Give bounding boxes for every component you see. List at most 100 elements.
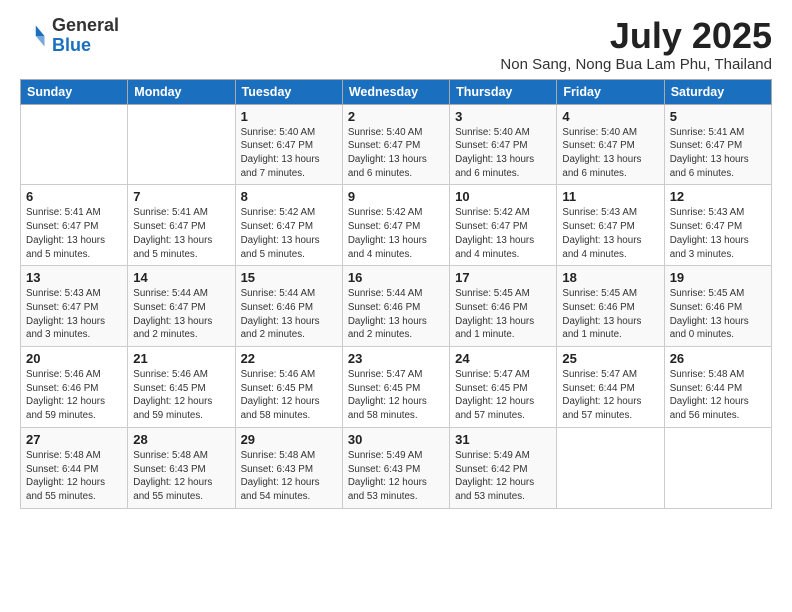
day-detail: Sunrise: 5:43 AM Sunset: 6:47 PM Dayligh…: [26, 287, 122, 342]
weekday-header-wednesday: Wednesday: [342, 79, 449, 104]
day-cell: 23Sunrise: 5:47 AM Sunset: 6:45 PM Dayli…: [342, 347, 449, 428]
day-detail: Sunrise: 5:45 AM Sunset: 6:46 PM Dayligh…: [562, 287, 658, 342]
weekday-header-tuesday: Tuesday: [235, 79, 342, 104]
day-detail: Sunrise: 5:48 AM Sunset: 6:43 PM Dayligh…: [241, 449, 337, 504]
weekday-header-saturday: Saturday: [664, 79, 771, 104]
day-cell: 24Sunrise: 5:47 AM Sunset: 6:45 PM Dayli…: [450, 347, 557, 428]
day-detail: Sunrise: 5:41 AM Sunset: 6:47 PM Dayligh…: [670, 126, 766, 181]
day-cell: 27 Sunrise: 5:48 AM Sunset: 6:44 PM Dayli…: [21, 427, 128, 508]
day-detail: Sunrise: 5:40 AM Sunset: 6:47 PM Dayligh…: [348, 126, 444, 181]
day-number: 31: [455, 432, 551, 447]
day-number: 10: [455, 189, 551, 204]
day-detail: Sunrise: 5:45 AM Sunset: 6:46 PM Dayligh…: [455, 287, 551, 342]
day-cell: [128, 104, 235, 185]
day-number: 27: [26, 432, 122, 447]
weekday-header-friday: Friday: [557, 79, 664, 104]
day-cell: 31 Sunrise: 5:49 AM Sunset: 6:42 PM Dayli…: [450, 427, 557, 508]
day-cell: 7 Sunrise: 5:41 AM Sunset: 6:47 PM Daylig…: [128, 185, 235, 266]
day-number: 2: [348, 109, 444, 124]
weekday-header-sunday: Sunday: [21, 79, 128, 104]
day-detail: Sunrise: 5:46 AM Sunset: 6:46 PM Dayligh…: [26, 368, 122, 423]
day-number: 30: [348, 432, 444, 447]
day-number: 3: [455, 109, 551, 124]
day-number: 18: [562, 270, 658, 285]
day-cell: [21, 104, 128, 185]
weekday-header-row: SundayMondayTuesdayWednesdayThursdayFrid…: [21, 79, 772, 104]
day-cell: 17 Sunrise: 5:45 AM Sunset: 6:46 PM Dayli…: [450, 266, 557, 347]
day-number: 1: [241, 109, 337, 124]
calendar-table: SundayMondayTuesdayWednesdayThursdayFrid…: [20, 79, 772, 509]
day-cell: 11 Sunrise: 5:43 AM Sunset: 6:47 PM Dayli…: [557, 185, 664, 266]
week-row-1: 1 Sunrise: 5:40 AM Sunset: 6:47 PM Daylig…: [21, 104, 772, 185]
day-number: 7: [133, 189, 229, 204]
week-row-2: 6 Sunrise: 5:41 AM Sunset: 6:47 PM Daylig…: [21, 185, 772, 266]
day-detail: Sunrise: 5:44 AM Sunset: 6:46 PM Dayligh…: [348, 287, 444, 342]
day-number: 11: [562, 189, 658, 204]
logo-blue-text: Blue: [52, 35, 91, 55]
day-number: 9: [348, 189, 444, 204]
day-cell: 15 Sunrise: 5:44 AM Sunset: 6:46 PM Dayli…: [235, 266, 342, 347]
day-detail: Sunrise: 5:49 AM Sunset: 6:42 PM Dayligh…: [455, 449, 551, 504]
week-row-3: 13 Sunrise: 5:43 AM Sunset: 6:47 PM Dayli…: [21, 266, 772, 347]
day-number: 8: [241, 189, 337, 204]
day-number: 26: [670, 351, 766, 366]
day-number: 28: [133, 432, 229, 447]
day-cell: 2 Sunrise: 5:40 AM Sunset: 6:47 PM Daylig…: [342, 104, 449, 185]
day-detail: Sunrise: 5:41 AM Sunset: 6:47 PM Dayligh…: [133, 206, 229, 261]
day-detail: Sunrise: 5:43 AM Sunset: 6:47 PM Dayligh…: [562, 206, 658, 261]
logo-general-text: General: [52, 15, 119, 35]
day-detail: Sunrise: 5:44 AM Sunset: 6:47 PM Dayligh…: [133, 287, 229, 342]
day-cell: 3 Sunrise: 5:40 AM Sunset: 6:47 PM Daylig…: [450, 104, 557, 185]
day-cell: 22 Sunrise: 5:46 AM Sunset: 6:45 PM Dayli…: [235, 347, 342, 428]
header: General Blue July 2025 Non Sang, Nong Bu…: [20, 16, 772, 73]
day-detail: Sunrise: 5:41 AM Sunset: 6:47 PM Dayligh…: [26, 206, 122, 261]
day-cell: 12Sunrise: 5:43 AM Sunset: 6:47 PM Dayli…: [664, 185, 771, 266]
day-cell: [664, 427, 771, 508]
day-number: 14: [133, 270, 229, 285]
day-cell: 1 Sunrise: 5:40 AM Sunset: 6:47 PM Daylig…: [235, 104, 342, 185]
day-detail: Sunrise: 5:44 AM Sunset: 6:46 PM Dayligh…: [241, 287, 337, 342]
day-number: 15: [241, 270, 337, 285]
page: General Blue July 2025 Non Sang, Nong Bu…: [0, 0, 792, 612]
day-detail: Sunrise: 5:48 AM Sunset: 6:43 PM Dayligh…: [133, 449, 229, 504]
day-detail: Sunrise: 5:49 AM Sunset: 6:43 PM Dayligh…: [348, 449, 444, 504]
logo: General Blue: [20, 16, 119, 56]
day-cell: 6 Sunrise: 5:41 AM Sunset: 6:47 PM Daylig…: [21, 185, 128, 266]
day-detail: Sunrise: 5:48 AM Sunset: 6:44 PM Dayligh…: [26, 449, 122, 504]
day-number: 25: [562, 351, 658, 366]
day-cell: 9Sunrise: 5:42 AM Sunset: 6:47 PM Daylig…: [342, 185, 449, 266]
day-cell: 29Sunrise: 5:48 AM Sunset: 6:43 PM Dayli…: [235, 427, 342, 508]
day-number: 24: [455, 351, 551, 366]
title-month: July 2025: [500, 16, 772, 56]
day-detail: Sunrise: 5:40 AM Sunset: 6:47 PM Dayligh…: [562, 126, 658, 181]
day-cell: 21 Sunrise: 5:46 AM Sunset: 6:45 PM Dayli…: [128, 347, 235, 428]
day-number: 20: [26, 351, 122, 366]
day-detail: Sunrise: 5:40 AM Sunset: 6:47 PM Dayligh…: [455, 126, 551, 181]
day-detail: Sunrise: 5:42 AM Sunset: 6:47 PM Dayligh…: [241, 206, 337, 261]
day-cell: 16 Sunrise: 5:44 AM Sunset: 6:46 PM Dayli…: [342, 266, 449, 347]
day-number: 22: [241, 351, 337, 366]
day-cell: 5 Sunrise: 5:41 AM Sunset: 6:47 PM Daylig…: [664, 104, 771, 185]
day-detail: Sunrise: 5:46 AM Sunset: 6:45 PM Dayligh…: [241, 368, 337, 423]
day-number: 16: [348, 270, 444, 285]
day-number: 23: [348, 351, 444, 366]
day-cell: 25Sunrise: 5:47 AM Sunset: 6:44 PM Dayli…: [557, 347, 664, 428]
day-number: 6: [26, 189, 122, 204]
day-number: 17: [455, 270, 551, 285]
day-detail: Sunrise: 5:42 AM Sunset: 6:47 PM Dayligh…: [455, 206, 551, 261]
day-number: 19: [670, 270, 766, 285]
day-detail: Sunrise: 5:40 AM Sunset: 6:47 PM Dayligh…: [241, 126, 337, 181]
day-cell: 14 Sunrise: 5:44 AM Sunset: 6:47 PM Dayli…: [128, 266, 235, 347]
day-number: 4: [562, 109, 658, 124]
weekday-header-monday: Monday: [128, 79, 235, 104]
day-number: 21: [133, 351, 229, 366]
title-block: July 2025 Non Sang, Nong Bua Lam Phu, Th…: [500, 16, 772, 73]
day-number: 5: [670, 109, 766, 124]
day-cell: 26Sunrise: 5:48 AM Sunset: 6:44 PM Dayli…: [664, 347, 771, 428]
weekday-header-thursday: Thursday: [450, 79, 557, 104]
day-number: 13: [26, 270, 122, 285]
day-detail: Sunrise: 5:46 AM Sunset: 6:45 PM Dayligh…: [133, 368, 229, 423]
day-cell: 19Sunrise: 5:45 AM Sunset: 6:46 PM Dayli…: [664, 266, 771, 347]
day-cell: 18 Sunrise: 5:45 AM Sunset: 6:46 PM Dayli…: [557, 266, 664, 347]
week-row-4: 20 Sunrise: 5:46 AM Sunset: 6:46 PM Dayli…: [21, 347, 772, 428]
